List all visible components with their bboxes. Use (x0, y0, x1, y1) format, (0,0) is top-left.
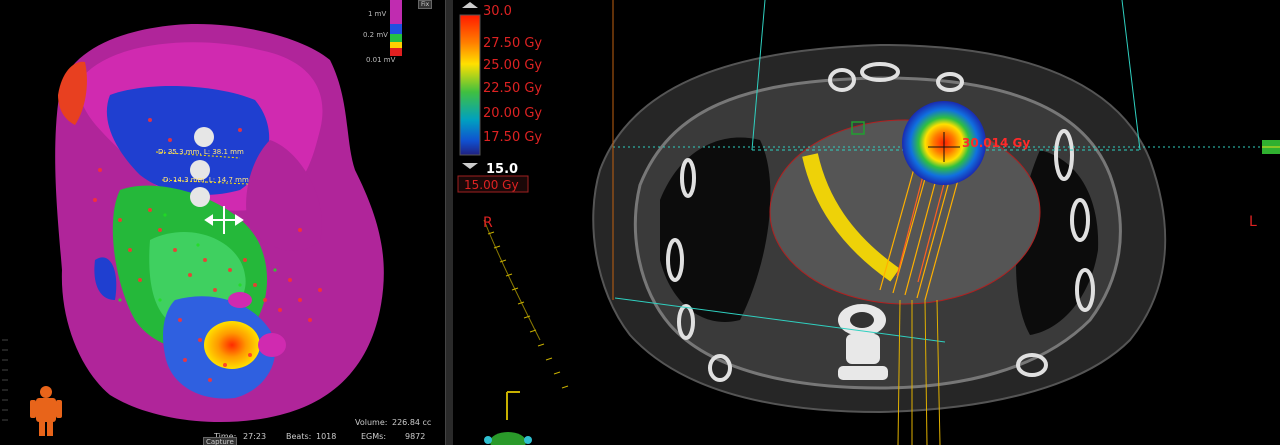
voltage-scale-mid: 0.2 mV (363, 31, 388, 39)
colorbar-label-25: 25.00 Gy (483, 58, 543, 73)
voltage-scale-top: 1 mV (368, 10, 387, 18)
orientation-widget-icon (484, 391, 532, 445)
colorbar-label-22-5: 22.50 Gy (483, 81, 543, 96)
fix-button[interactable]: Fix (418, 0, 433, 9)
ct-slice-render (457, 0, 1280, 445)
dose-point-readout: 30.014 Gy (962, 136, 1031, 150)
colorbar-min-value: 15.0 (486, 162, 519, 177)
electroanatomic-map-panel[interactable]: 1 mV 0.2 mV 0.01 mV Fix D: 35.3 mm, L: 3… (0, 0, 445, 445)
volume-value: 226.84 cc (392, 418, 432, 427)
colorbar-label-20: 20.00 Gy (483, 106, 543, 121)
patient-orientation-icon (30, 386, 62, 436)
colorbar-label-27-5: 27.50 Gy (483, 36, 543, 51)
voltage-scale-bottom: 0.01 mV (366, 56, 396, 64)
egms-value: 9872 (405, 432, 426, 441)
colorbar-max-value: 30.0 (483, 4, 512, 19)
voltage-map-render (2, 0, 402, 436)
orientation-label-right: R (483, 215, 493, 231)
beats-label: Beats: (286, 432, 312, 441)
capture-button[interactable]: Capture (203, 437, 237, 445)
ct-dose-plan-panel[interactable]: 30.0 27.50 Gy 25.00 Gy 22.50 Gy 20.00 Gy… (453, 0, 1280, 445)
volume-label: Volume: (355, 418, 388, 427)
egms-label: EGMs: (361, 432, 387, 441)
beats-value: 1018 (316, 432, 337, 441)
time-value: 27:23 (243, 432, 267, 441)
measurement-label-2: D: 14.3 mm, L: 14.7 mm (163, 176, 249, 184)
colorbar-label-17-5: 17.50 Gy (483, 130, 543, 145)
orientation-label-left: L (1249, 214, 1257, 230)
measurement-label-1: D: 35.3 mm, L: 38.1 mm (158, 148, 244, 156)
dose-threshold-field[interactable]: 15.00 Gy (464, 178, 519, 192)
